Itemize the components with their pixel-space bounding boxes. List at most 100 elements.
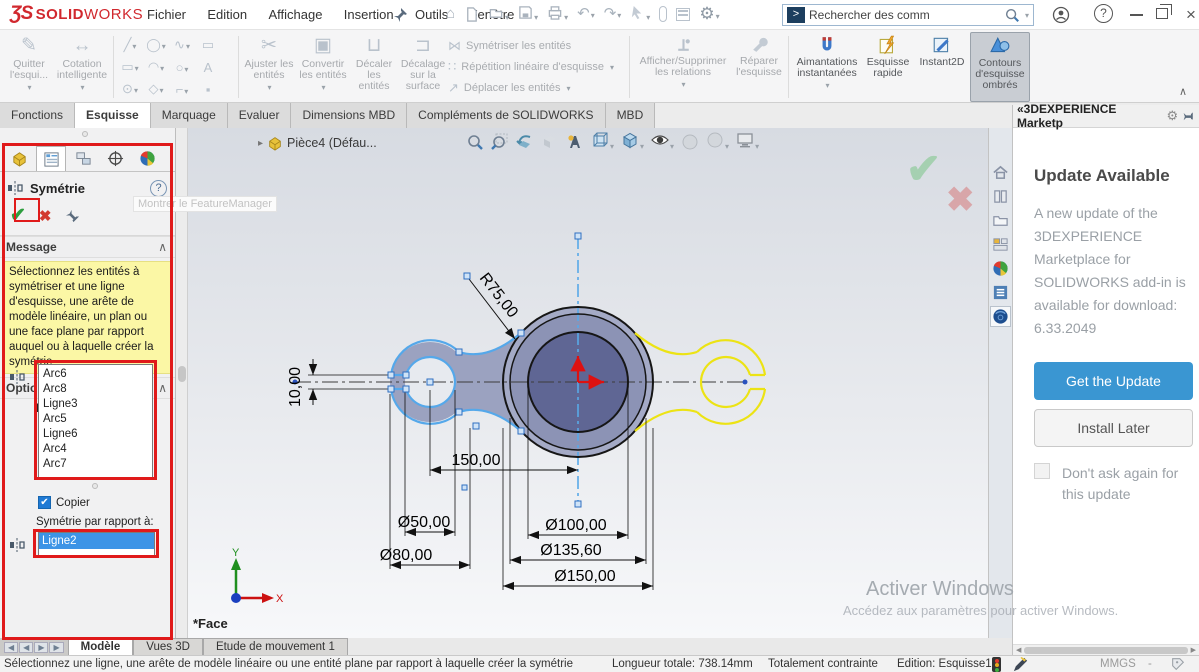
surface-offset-button[interactable]: ⊐ Décalage sur la surface [398,32,448,102]
tab-fonctions[interactable]: Fonctions [0,103,75,128]
panel-help-icon[interactable]: ? [150,180,167,197]
print-icon[interactable] [547,5,563,20]
scroll-right-icon[interactable]: ▶ [1188,646,1199,654]
collapse-ribbon-icon[interactable]: ∧ [1179,85,1195,102]
entity-item[interactable]: Arc8 [43,382,148,397]
tab-mbd[interactable]: MBD [606,103,656,128]
new-document-icon[interactable] [464,7,479,22]
restore-button[interactable] [1156,8,1168,19]
featuremanager-tab[interactable] [4,146,34,171]
next-tab-button[interactable]: ▶ [34,642,48,653]
dim-100-text[interactable]: Ø100,00 [545,517,606,534]
dont-ask-label[interactable]: Don't ask again for this update [1062,463,1194,505]
entity-item[interactable]: Arc6 [43,367,148,382]
menu-fichier[interactable]: Fichier [138,0,195,29]
undo-icon[interactable]: ↶ [577,5,590,22]
quick-sketch-button[interactable]: Esquisse rapide [862,32,914,102]
text-tool-icon[interactable]: A [204,60,213,75]
prev-tab-button[interactable]: ◀ [19,642,33,653]
arc-tool-icon[interactable]: ◠▾ [148,59,164,75]
ellipse-tool-icon[interactable]: ○▾ [176,60,189,75]
instant2d-button[interactable]: Instant2D [914,32,970,102]
entity-item[interactable]: Arc4 [43,442,148,457]
dim-150d-text[interactable]: Ø150,00 [554,568,615,585]
linear-pattern-button[interactable]: ∷Répétition linéaire d'esquisse▾ [448,59,626,75]
circle-tool-icon[interactable]: ◯▾ [146,37,166,53]
tab-complements[interactable]: Compléments de SOLIDWORKS [407,103,605,128]
listbox-resize-handle[interactable] [92,483,98,489]
smart-dimension-button[interactable]: ↔ Cotation intelligente▾ [54,32,110,102]
file-properties-icon[interactable] [676,8,690,21]
scroll-left-icon[interactable]: ◀ [1013,646,1024,654]
slot-tool-icon[interactable]: ⊙▾ [122,81,138,97]
rebuild-icon[interactable] [659,6,667,22]
dim-r75-text[interactable]: R75,00 [476,270,521,321]
entity-item[interactable]: Ligne3 [43,397,148,412]
entity-item[interactable]: Ligne6 [43,427,148,442]
sketch-edit-status-icon[interactable] [1012,656,1029,672]
home-icon[interactable]: ⌂ [446,3,455,25]
dimxpertmanager-tab[interactable] [100,146,130,171]
cancel-button[interactable]: ✖ [39,207,52,225]
dim-80-text[interactable]: Ø80,00 [380,547,433,564]
marketplace-gear-icon[interactable]: ⚙ [1167,108,1179,124]
help-icon[interactable]: ? [1094,4,1113,23]
configurationmanager-tab[interactable] [68,146,98,171]
hscroll-thumb[interactable] [1024,647,1187,654]
redo-icon[interactable]: ↷ [604,5,617,22]
mirror-about-value[interactable]: Ligne2 [39,533,154,549]
task-properties-tab[interactable] [990,282,1011,303]
graphics-viewport[interactable]: ▸ Pièce4 (Défau... ▾ ▾ ▾ ▾ ▾ ✔ ✖ [188,128,988,638]
collapse-message-icon[interactable]: ∧ [158,240,167,254]
collapse-options-icon[interactable]: ∧ [158,381,167,395]
first-tab-button[interactable]: ◀ [4,642,18,653]
tab-marquage[interactable]: Marquage [151,103,228,128]
sketch-canvas[interactable]: 150,00 Ø50,00 Ø80,00 Ø100,00 [188,128,988,638]
move-entities-button[interactable]: ↗Déplacer les entités▾ [448,80,626,96]
instant-snaps-button[interactable]: Aimantations instantanées▾ [792,32,862,102]
mirror-entities-button[interactable]: ⋈Symétriser les entités [448,38,626,54]
task-forum-tab[interactable] [990,258,1011,279]
menu-edition[interactable]: Edition [198,0,256,29]
last-tab-button[interactable]: ▶ [49,642,63,653]
polygon-tool-icon[interactable]: ◇▾ [148,81,163,97]
dont-ask-checkbox[interactable] [1034,463,1050,479]
dim-50-text[interactable]: Ø50,00 [398,514,451,531]
keep-visible-pin-icon[interactable] [65,208,80,223]
marketplace-pin-icon[interactable] [1178,106,1198,126]
task-home-tab[interactable] [990,162,1011,183]
command-search[interactable]: > Rechercher des comm ▾ [782,4,1034,26]
message-section-header[interactable]: Message ∧ [0,236,175,258]
menu-affichage[interactable]: Affichage [259,0,331,29]
point-tool-icon[interactable]: ▪ [206,82,211,97]
exit-sketch-button[interactable]: ✎ Quitter l'esqui...▾ [4,32,54,102]
tab-esquisse[interactable]: Esquisse [75,103,151,128]
tag-icon[interactable] [1170,656,1186,672]
displaymanager-tab[interactable] [132,146,162,171]
fillet-tool-icon[interactable]: ⌐▾ [176,82,189,97]
propertymanager-tab[interactable] [36,146,66,171]
get-update-button[interactable]: Get the Update [1034,362,1193,400]
user-account-icon[interactable] [1052,6,1070,24]
units-indicator[interactable]: MMGS [1100,658,1136,670]
centerline-endpoint[interactable] [743,380,748,385]
shaded-sketch-contours-button[interactable]: Contours d'esquisse ombrés [970,32,1030,102]
repair-sketch-button[interactable]: Réparer l'esquisse [733,32,785,102]
save-icon[interactable] [518,5,533,20]
panel-hscrollbar[interactable]: ◀ ▶ [1013,644,1199,655]
marketplace-header[interactable]: «3DEXPERIENCE Marketp ⚙ [1013,105,1199,128]
tab-etude-mouvement[interactable]: Etude de mouvement 1 [203,638,348,655]
entity-item[interactable]: Arc5 [43,412,148,427]
install-later-button[interactable]: Install Later [1034,409,1193,447]
traffic-light-icon[interactable] [992,657,1001,672]
spline-tool-icon[interactable]: ∿▾ [174,37,190,53]
dim-135-text[interactable]: Ø135,60 [540,542,601,559]
mirror-about-listbox[interactable]: Ligne2 [38,532,155,556]
surface-tool-icon[interactable]: ▭ [202,37,214,53]
menu-pin-icon[interactable] [392,7,408,23]
tab-modele[interactable]: Modèle [68,638,134,655]
copy-checkbox[interactable]: ✔ [38,496,51,509]
convert-entities-button[interactable]: ▣ Convertir les entités▾ [296,32,350,102]
minimize-button[interactable] [1130,14,1143,16]
task-explorer-tab[interactable] [990,210,1011,231]
